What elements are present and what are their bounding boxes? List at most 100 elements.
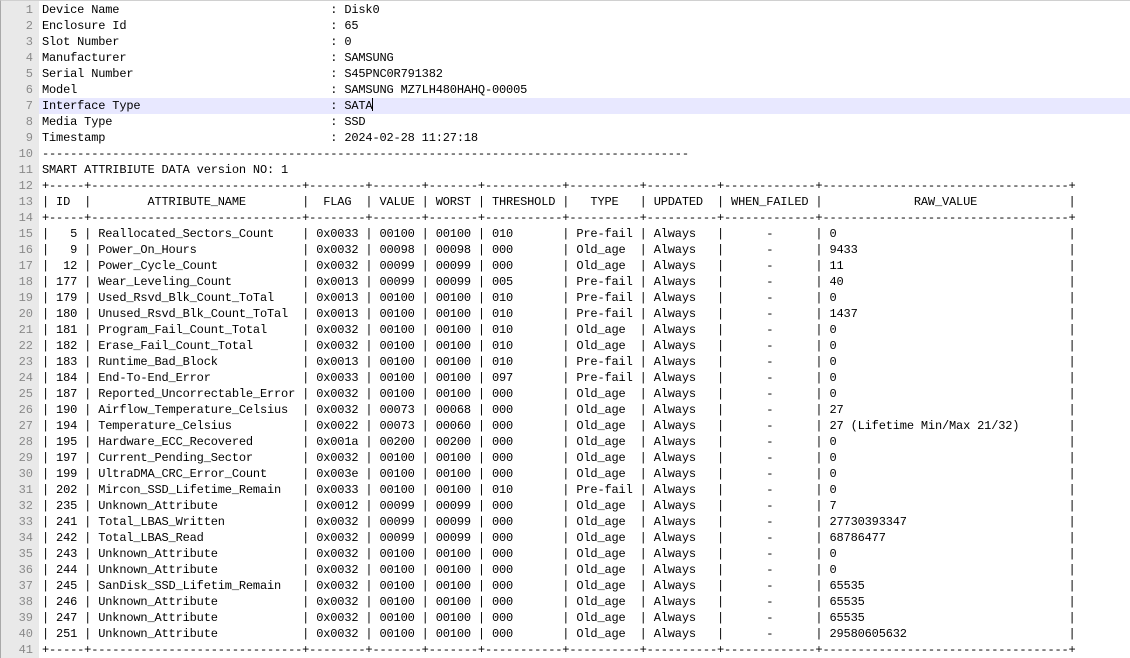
line-text[interactable]: | 199 | UltraDMA_CRC_Error_Count | 0x003… bbox=[39, 466, 1130, 482]
line-text[interactable]: | 177 | Wear_Leveling_Count | 0x0013 | 0… bbox=[39, 274, 1130, 290]
line-text[interactable]: | 183 | Runtime_Bad_Block | 0x0013 | 001… bbox=[39, 354, 1130, 370]
editor-line: 33| 241 | Total_LBAS_Written | 0x0032 | … bbox=[1, 514, 1130, 530]
line-text[interactable]: | 246 | Unknown_Attribute | 0x0032 | 001… bbox=[39, 594, 1130, 610]
line-number: 41 bbox=[1, 642, 39, 658]
line-text[interactable]: | 247 | Unknown_Attribute | 0x0032 | 001… bbox=[39, 610, 1130, 626]
editor-line: 8Media Type : SSD bbox=[1, 114, 1130, 130]
line-number: 30 bbox=[1, 466, 39, 482]
line-text[interactable]: Interface Type : SATA bbox=[39, 98, 1130, 114]
editor-line: 31| 202 | Mircon_SSD_Lifetime_Remain | 0… bbox=[1, 482, 1130, 498]
line-text[interactable]: | 195 | Hardware_ECC_Recovered | 0x001a … bbox=[39, 434, 1130, 450]
line-text[interactable]: ----------------------------------------… bbox=[39, 146, 1130, 162]
line-number: 33 bbox=[1, 514, 39, 530]
line-number: 19 bbox=[1, 290, 39, 306]
line-text[interactable]: Enclosure Id : 65 bbox=[39, 18, 1130, 34]
line-text[interactable]: Manufacturer : SAMSUNG bbox=[39, 50, 1130, 66]
editor-line: 10--------------------------------------… bbox=[1, 146, 1130, 162]
line-text[interactable]: | 181 | Program_Fail_Count_Total | 0x003… bbox=[39, 322, 1130, 338]
editor-line: 23| 183 | Runtime_Bad_Block | 0x0013 | 0… bbox=[1, 354, 1130, 370]
line-text[interactable]: | 5 | Reallocated_Sectors_Count | 0x0033… bbox=[39, 226, 1130, 242]
line-number: 27 bbox=[1, 418, 39, 434]
editor-lines: 1Device Name : Disk02Enclosure Id : 653S… bbox=[1, 2, 1130, 658]
text-editor[interactable]: 1Device Name : Disk02Enclosure Id : 653S… bbox=[0, 0, 1130, 658]
line-number: 38 bbox=[1, 594, 39, 610]
editor-line: 12+-----+------------------------------+… bbox=[1, 178, 1130, 194]
line-text[interactable]: Media Type : SSD bbox=[39, 114, 1130, 130]
line-text[interactable]: | 235 | Unknown_Attribute | 0x0012 | 000… bbox=[39, 498, 1130, 514]
editor-line: 24| 184 | End-To-End_Error | 0x0033 | 00… bbox=[1, 370, 1130, 386]
line-number: 24 bbox=[1, 370, 39, 386]
line-text[interactable]: Timestamp : 2024-02-28 11:27:18 bbox=[39, 130, 1130, 146]
line-text[interactable]: | 194 | Temperature_Celsius | 0x0022 | 0… bbox=[39, 418, 1130, 434]
line-text[interactable]: SMART ATTRIBIUTE DATA version NO: 1 bbox=[39, 162, 1130, 178]
line-text[interactable]: | 184 | End-To-End_Error | 0x0033 | 0010… bbox=[39, 370, 1130, 386]
line-text[interactable]: | 190 | Airflow_Temperature_Celsius | 0x… bbox=[39, 402, 1130, 418]
editor-line: 3Slot Number : 0 bbox=[1, 34, 1130, 50]
line-number: 35 bbox=[1, 546, 39, 562]
line-text[interactable]: | 9 | Power_On_Hours | 0x0032 | 00098 | … bbox=[39, 242, 1130, 258]
editor-line: 32| 235 | Unknown_Attribute | 0x0012 | 0… bbox=[1, 498, 1130, 514]
editor-line: 2Enclosure Id : 65 bbox=[1, 18, 1130, 34]
editor-line: 14+-----+------------------------------+… bbox=[1, 210, 1130, 226]
line-number: 10 bbox=[1, 146, 39, 162]
line-text[interactable]: | 251 | Unknown_Attribute | 0x0032 | 001… bbox=[39, 626, 1130, 642]
editor-line: 6Model : SAMSUNG MZ7LH480HAHQ-00005 bbox=[1, 82, 1130, 98]
line-text[interactable]: | 197 | Current_Pending_Sector | 0x0032 … bbox=[39, 450, 1130, 466]
line-number: 4 bbox=[1, 50, 39, 66]
editor-line: 35| 243 | Unknown_Attribute | 0x0032 | 0… bbox=[1, 546, 1130, 562]
editor-line: 28| 195 | Hardware_ECC_Recovered | 0x001… bbox=[1, 434, 1130, 450]
editor-line: 41+-----+------------------------------+… bbox=[1, 642, 1130, 658]
line-text[interactable]: | 245 | SanDisk_SSD_Lifetim_Remain | 0x0… bbox=[39, 578, 1130, 594]
editor-line: 34| 242 | Total_LBAS_Read | 0x0032 | 000… bbox=[1, 530, 1130, 546]
line-text[interactable]: | 202 | Mircon_SSD_Lifetime_Remain | 0x0… bbox=[39, 482, 1130, 498]
line-number: 9 bbox=[1, 130, 39, 146]
editor-line: 38| 246 | Unknown_Attribute | 0x0032 | 0… bbox=[1, 594, 1130, 610]
line-number: 21 bbox=[1, 322, 39, 338]
line-text[interactable]: Serial Number : S45PNC0R791382 bbox=[39, 66, 1130, 82]
line-text[interactable]: | 187 | Reported_Uncorrectable_Error | 0… bbox=[39, 386, 1130, 402]
line-number: 20 bbox=[1, 306, 39, 322]
line-number: 11 bbox=[1, 162, 39, 178]
editor-line: 27| 194 | Temperature_Celsius | 0x0022 |… bbox=[1, 418, 1130, 434]
editor-line: 39| 247 | Unknown_Attribute | 0x0032 | 0… bbox=[1, 610, 1130, 626]
line-text[interactable]: | 180 | Unused_Rsvd_Blk_Count_ToTal | 0x… bbox=[39, 306, 1130, 322]
line-number: 3 bbox=[1, 34, 39, 50]
line-number: 5 bbox=[1, 66, 39, 82]
line-number: 29 bbox=[1, 450, 39, 466]
line-text[interactable]: +-----+------------------------------+--… bbox=[39, 642, 1130, 658]
editor-line: 1Device Name : Disk0 bbox=[1, 2, 1130, 18]
editor-line: 17| 12 | Power_Cycle_Count | 0x0032 | 00… bbox=[1, 258, 1130, 274]
line-number: 7 bbox=[1, 98, 39, 114]
line-text[interactable]: | 182 | Erase_Fail_Count_Total | 0x0032 … bbox=[39, 338, 1130, 354]
line-text[interactable]: | ID | ATTRIBUTE_NAME | FLAG | VALUE | W… bbox=[39, 194, 1130, 210]
editor-line: 9Timestamp : 2024-02-28 11:27:18 bbox=[1, 130, 1130, 146]
line-number: 25 bbox=[1, 386, 39, 402]
line-text[interactable]: | 179 | Used_Rsvd_Blk_Count_ToTal | 0x00… bbox=[39, 290, 1130, 306]
line-text[interactable]: | 241 | Total_LBAS_Written | 0x0032 | 00… bbox=[39, 514, 1130, 530]
line-number: 34 bbox=[1, 530, 39, 546]
line-number: 14 bbox=[1, 210, 39, 226]
line-text[interactable]: Device Name : Disk0 bbox=[39, 2, 1130, 18]
line-number: 1 bbox=[1, 2, 39, 18]
line-text[interactable]: +-----+------------------------------+--… bbox=[39, 178, 1130, 194]
line-text[interactable]: | 242 | Total_LBAS_Read | 0x0032 | 00099… bbox=[39, 530, 1130, 546]
editor-line: 36| 244 | Unknown_Attribute | 0x0032 | 0… bbox=[1, 562, 1130, 578]
line-text[interactable]: | 12 | Power_Cycle_Count | 0x0032 | 0009… bbox=[39, 258, 1130, 274]
editor-line: 7Interface Type : SATA bbox=[1, 98, 1130, 114]
editor-line: 40| 251 | Unknown_Attribute | 0x0032 | 0… bbox=[1, 626, 1130, 642]
editor-line: 18| 177 | Wear_Leveling_Count | 0x0013 |… bbox=[1, 274, 1130, 290]
line-number: 13 bbox=[1, 194, 39, 210]
line-number: 36 bbox=[1, 562, 39, 578]
line-number: 37 bbox=[1, 578, 39, 594]
line-text[interactable]: Slot Number : 0 bbox=[39, 34, 1130, 50]
line-number: 28 bbox=[1, 434, 39, 450]
line-text[interactable]: | 244 | Unknown_Attribute | 0x0032 | 001… bbox=[39, 562, 1130, 578]
line-number: 2 bbox=[1, 18, 39, 34]
line-text[interactable]: Model : SAMSUNG MZ7LH480HAHQ-00005 bbox=[39, 82, 1130, 98]
editor-line: 15| 5 | Reallocated_Sectors_Count | 0x00… bbox=[1, 226, 1130, 242]
line-text[interactable]: +-----+------------------------------+--… bbox=[39, 210, 1130, 226]
editor-line: 16| 9 | Power_On_Hours | 0x0032 | 00098 … bbox=[1, 242, 1130, 258]
editor-line: 26| 190 | Airflow_Temperature_Celsius | … bbox=[1, 402, 1130, 418]
line-text[interactable]: | 243 | Unknown_Attribute | 0x0032 | 001… bbox=[39, 546, 1130, 562]
line-number: 6 bbox=[1, 82, 39, 98]
